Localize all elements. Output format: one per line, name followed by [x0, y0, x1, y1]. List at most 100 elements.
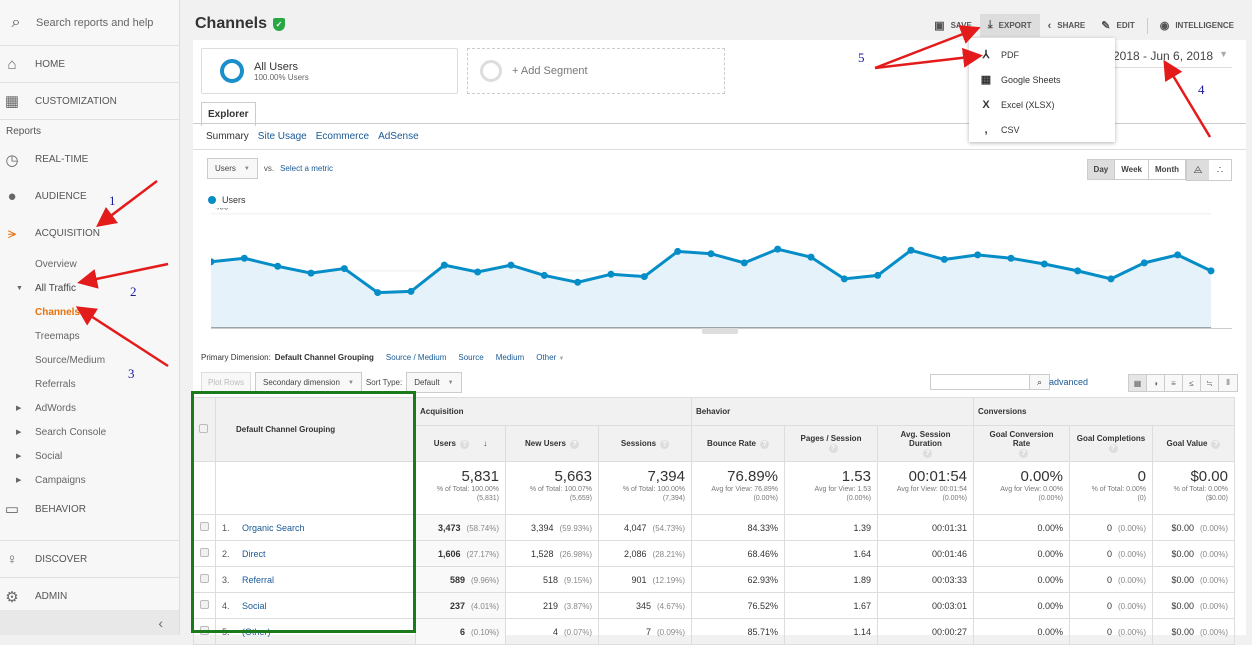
- subtab-adsense[interactable]: AdSense: [378, 131, 419, 142]
- row-checkbox[interactable]: [200, 548, 209, 557]
- subtab-summary[interactable]: Summary: [206, 131, 249, 142]
- channel-link[interactable]: Direct: [242, 549, 266, 559]
- export-excel-label: Excel (XLSX): [1001, 99, 1055, 110]
- sidebar-sub-source-medium[interactable]: Source/Medium: [0, 348, 179, 372]
- table-cell: 00:01:31: [877, 514, 974, 541]
- dimension-source[interactable]: Source: [458, 353, 483, 362]
- column-header[interactable]: Goal Value?: [1152, 425, 1235, 462]
- column-header[interactable]: New Users?: [505, 425, 599, 462]
- help-icon[interactable]: ?: [1211, 439, 1221, 449]
- sidebar-sub-channels[interactable]: Channels: [0, 300, 179, 324]
- table-search-input[interactable]: [930, 374, 1030, 390]
- channel-link[interactable]: Social: [242, 601, 267, 611]
- select-metric-link[interactable]: Select a metric: [280, 164, 333, 173]
- channel-link[interactable]: Organic Search: [242, 523, 305, 533]
- add-segment-button[interactable]: + Add Segment: [467, 48, 725, 94]
- performance-view-icon[interactable]: ≡: [1165, 375, 1183, 391]
- edit-label: EDIT: [1116, 21, 1135, 30]
- select-all-checkbox[interactable]: [199, 424, 208, 433]
- column-header[interactable]: Bounce Rate?: [691, 425, 785, 462]
- dimension-header[interactable]: Default Channel Grouping: [215, 397, 416, 462]
- help-icon[interactable]: ?: [460, 439, 469, 449]
- data-table-view-icon[interactable]: ▦: [1129, 375, 1147, 391]
- channel-link[interactable]: (Other): [242, 627, 271, 637]
- sidebar-item-acquisition[interactable]: ⪫ ACQUISITION: [0, 215, 179, 252]
- row-checkbox[interactable]: [200, 522, 209, 531]
- sidebar-sub-overview[interactable]: Overview: [0, 252, 179, 276]
- share-button[interactable]: ‹ SHARE: [1040, 15, 1094, 37]
- intelligence-button[interactable]: ◉ INTELLIGENCE: [1152, 14, 1242, 37]
- sidebar-item-audience[interactable]: ● AUDIENCE: [0, 178, 179, 215]
- export-button[interactable]: ⤓ EXPORT: [979, 14, 1040, 37]
- help-icon[interactable]: ?: [828, 444, 838, 453]
- column-header[interactable]: Pages / Session?: [784, 425, 878, 462]
- column-header[interactable]: Goal Conversion Rate?: [973, 425, 1070, 462]
- export-excel[interactable]: X Excel (XLSX): [969, 92, 1115, 117]
- data-point: [1174, 251, 1182, 259]
- comparison-view-icon[interactable]: ≤: [1183, 375, 1201, 391]
- help-icon[interactable]: ?: [1108, 444, 1118, 453]
- cell-percent: (28.21%): [652, 549, 685, 559]
- advanced-filter-link[interactable]: advanced: [1049, 377, 1088, 387]
- export-pdf[interactable]: ⅄ PDF: [969, 42, 1115, 67]
- subtab-site-usage[interactable]: Site Usage: [258, 131, 307, 142]
- dimension-medium[interactable]: Medium: [496, 353, 524, 362]
- column-header[interactable]: Users? ↓: [415, 425, 506, 462]
- period-day-button[interactable]: Day: [1087, 160, 1116, 179]
- table-cell: 345 (4.67%): [598, 592, 692, 619]
- save-icon: ▣: [934, 20, 945, 32]
- edit-button[interactable]: ✎ EDIT: [1093, 14, 1142, 37]
- group-conversions: Conversions: [973, 397, 1235, 426]
- column-header[interactable]: Goal Completions?: [1069, 425, 1153, 462]
- plot-rows-button[interactable]: Plot Rows: [201, 372, 252, 393]
- sidebar-item-home[interactable]: ⌂ HOME: [0, 46, 179, 83]
- subtab-ecommerce[interactable]: Ecommerce: [316, 131, 369, 142]
- segment-all-users[interactable]: All Users 100.00% Users: [201, 48, 458, 94]
- lightbulb-icon: ♀: [6, 550, 18, 568]
- column-header[interactable]: Sessions?: [598, 425, 692, 462]
- column-header[interactable]: Avg. Session Duration?: [877, 425, 974, 462]
- sidebar-item-discover[interactable]: ♀ DISCOVER: [0, 541, 179, 578]
- metric-dropdown[interactable]: Users ▼: [207, 158, 258, 179]
- period-week-button[interactable]: Week: [1115, 160, 1149, 179]
- chart-resize-handle[interactable]: [702, 328, 738, 334]
- dimension-source-medium[interactable]: Source / Medium: [386, 353, 446, 362]
- pie-view-icon[interactable]: ◑: [1147, 375, 1165, 391]
- help-icon[interactable]: ?: [660, 439, 670, 449]
- sidebar-sub-search-console[interactable]: ▶ Search Console: [0, 420, 179, 444]
- term-cloud-view-icon[interactable]: ≒: [1201, 375, 1219, 391]
- collapse-sidebar-button[interactable]: ‹: [0, 610, 179, 635]
- search-icon[interactable]: ⌕: [1030, 374, 1050, 390]
- date-range-picker[interactable]: , 2018 - Jun 6, 2018 ▼: [1106, 49, 1232, 68]
- help-icon[interactable]: ?: [759, 439, 769, 449]
- sidebar-sub-campaigns[interactable]: ▶ Campaigns: [0, 468, 179, 492]
- sidebar-item-behavior[interactable]: ▭ BEHAVIOR: [0, 492, 179, 526]
- sidebar-item-realtime[interactable]: ◷ REAL-TIME: [0, 141, 179, 178]
- period-month-button[interactable]: Month: [1149, 160, 1185, 179]
- help-icon[interactable]: ?: [923, 448, 932, 458]
- row-checkbox[interactable]: [200, 600, 209, 609]
- pivot-view-icon[interactable]: ⫴: [1219, 375, 1237, 391]
- dimension-other-dropdown[interactable]: Other ▼: [536, 353, 564, 362]
- total-detail: Avg for View: 1.53: [814, 486, 871, 493]
- sidebar-sub-social[interactable]: ▶ Social: [0, 444, 179, 468]
- export-google-sheets[interactable]: ▦ Google Sheets: [969, 67, 1115, 92]
- sidebar-sub-treemaps[interactable]: Treemaps: [0, 324, 179, 348]
- export-csv[interactable]: , CSV: [969, 117, 1115, 142]
- save-button[interactable]: ▣ SAVE: [926, 14, 980, 37]
- sidebar-sub-adwords[interactable]: ▶ AdWords: [0, 396, 179, 420]
- sidebar-sub-all-traffic[interactable]: ▼ All Traffic: [0, 276, 179, 300]
- sort-type-dropdown[interactable]: Default ▼: [406, 372, 462, 393]
- help-icon[interactable]: ?: [1019, 448, 1028, 458]
- secondary-dimension-dropdown[interactable]: Secondary dimension ▼: [255, 372, 362, 393]
- line-chart-icon[interactable]: ⨺: [1187, 160, 1209, 180]
- help-icon[interactable]: ?: [569, 439, 579, 449]
- channel-link[interactable]: Referral: [242, 575, 274, 585]
- sidebar-item-customization[interactable]: ▦ CUSTOMIZATION: [0, 83, 179, 120]
- dimension-current: Default Channel Grouping: [274, 353, 374, 362]
- motion-chart-icon[interactable]: ∴: [1209, 160, 1231, 180]
- sidebar-search[interactable]: ⌕ Search reports and help: [0, 0, 179, 46]
- row-checkbox[interactable]: [200, 574, 209, 583]
- sidebar-sub-referrals[interactable]: Referrals: [0, 372, 179, 396]
- row-checkbox[interactable]: [200, 626, 209, 635]
